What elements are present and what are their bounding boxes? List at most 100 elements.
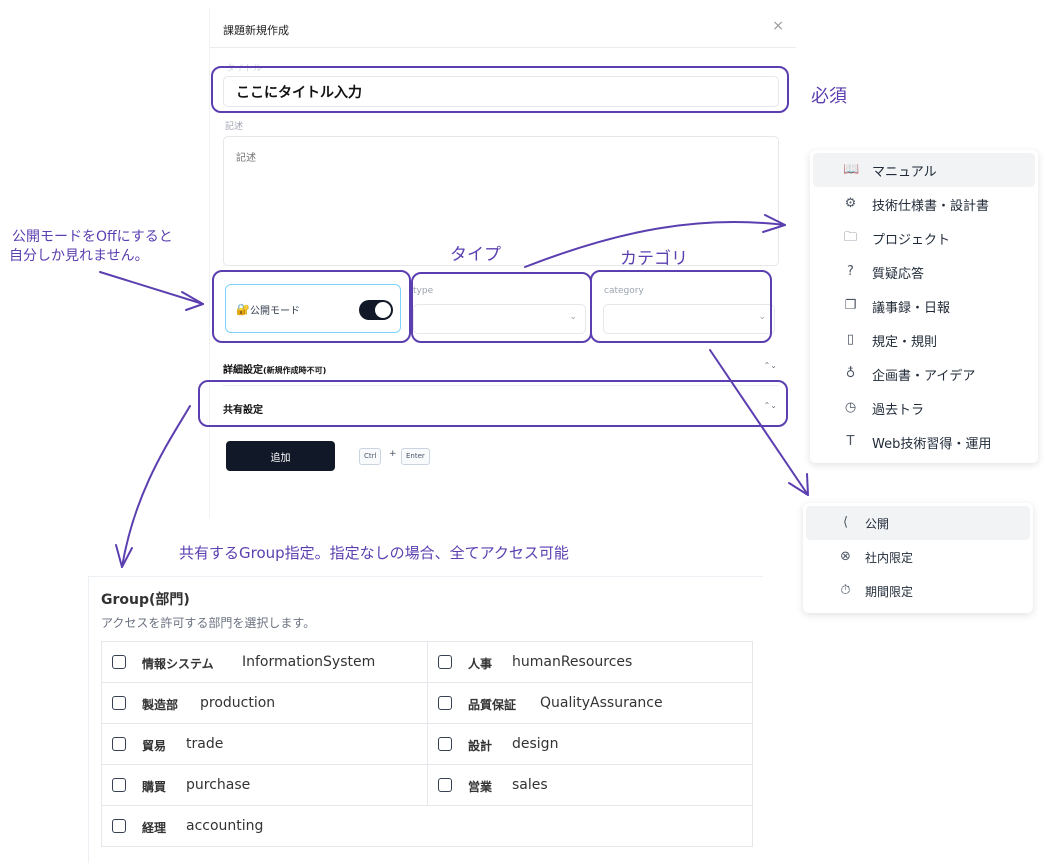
copy-files-icon: ❐ — [844, 298, 857, 313]
add-button[interactable]: 追加 — [226, 441, 335, 471]
new-issue-dialog: 課題新規作成 × タイトル 記述 🔐 公開モード type ⌄ category… — [209, 8, 796, 518]
type-menu-item[interactable]: ⚙ 技術仕様書・設計書 — [813, 187, 1035, 221]
gear-icon: ⚙ — [844, 196, 857, 211]
group-checkbox-item[interactable]: 貿易 trade — [101, 723, 428, 765]
group-name-en: accounting — [186, 818, 264, 834]
group-name-ja: 人事 — [468, 657, 493, 671]
chevron-up-down-icon: ⌃⌄ — [763, 401, 777, 410]
group-checkbox-item[interactable]: 品質保証 QualityAssurance — [427, 682, 753, 724]
group-checkbox-item[interactable]: 製造部 production — [101, 682, 428, 724]
group-name-en: sales — [512, 777, 548, 793]
group-checkbox-item[interactable]: 購買 purchase — [101, 764, 428, 806]
group-name-en: production — [200, 695, 276, 711]
menu-item-label: 技術仕様書・設計書 — [872, 198, 990, 214]
type-menu-item[interactable]: ▯ 規定・規則 — [813, 323, 1035, 357]
menu-item-label: 社内限定 — [865, 550, 914, 565]
divider — [223, 385, 779, 386]
type-menu-item[interactable]: T Web技術習得・運用 — [813, 425, 1035, 459]
kbd-plus: + — [389, 449, 397, 459]
group-name-ja: 情報システム — [142, 657, 214, 671]
public-mode-box: 🔐 公開モード — [225, 284, 401, 333]
checkbox[interactable] — [438, 696, 452, 710]
group-name-ja: 設計 — [468, 739, 493, 753]
group-panel-title: Group(部門) — [101, 592, 190, 608]
checkbox[interactable] — [438, 655, 452, 669]
book-check-icon: ▯ — [846, 332, 855, 347]
group-checkbox-item[interactable]: 人事 humanResources — [427, 641, 753, 683]
group-name-en: design — [512, 736, 559, 752]
lightbulb-icon: ♁ — [845, 366, 856, 381]
category-menu-item[interactable]: ⊗ 社内限定 — [806, 540, 1030, 574]
type-menu-item[interactable]: ◷ 過去トラ — [813, 391, 1035, 425]
menu-item-label: 期間限定 — [865, 584, 914, 599]
group-name-en: InformationSystem — [242, 654, 376, 670]
share-settings-row[interactable]: 共有設定 ⌃⌄ — [223, 393, 779, 423]
checkbox[interactable] — [438, 737, 452, 751]
public-mode-toggle[interactable] — [359, 300, 393, 320]
group-name-en: QualityAssurance — [540, 695, 663, 711]
group-checkbox-item[interactable]: 設計 design — [427, 723, 753, 765]
group-name-ja: 製造部 — [142, 698, 179, 712]
title-label: タイトル — [226, 64, 263, 74]
type-annotation: タイプ — [450, 245, 501, 265]
category-label: category — [604, 286, 644, 296]
dialog-header: 課題新規作成 × — [210, 8, 796, 48]
checkbox[interactable] — [112, 778, 126, 792]
group-name-ja: 経理 — [142, 821, 167, 835]
close-icon[interactable]: × — [772, 19, 784, 33]
file-clock-icon: ◷ — [844, 400, 857, 415]
group-checkbox-item[interactable]: 経理 accounting — [101, 805, 753, 847]
group-panel-subtitle: アクセスを許可する部門を選択します。 — [101, 616, 316, 630]
menu-item-label: 公開 — [865, 516, 890, 531]
public-mode-label: 公開モード — [250, 306, 300, 317]
group-name-en: purchase — [186, 777, 251, 793]
type-label: type — [413, 286, 434, 296]
group-name-ja: 貿易 — [142, 739, 167, 753]
type-select[interactable]: ⌄ — [413, 304, 586, 334]
menu-item-label: プロジェクト — [872, 232, 951, 248]
chevron-up-down-icon: ⌃⌄ — [763, 361, 777, 370]
checkbox[interactable] — [112, 737, 126, 751]
group-name-ja: 購買 — [142, 780, 167, 794]
group-annotation: 共有するGroup指定。指定なしの場合、全てアクセス可能 — [179, 544, 569, 562]
chevron-down-icon: ⌄ — [758, 312, 766, 322]
type-menu-item[interactable]: ♁ 企画書・アイデア — [813, 357, 1035, 391]
type-menu-item[interactable]: ? 質疑応答 — [813, 255, 1035, 289]
lock-icon: 🔐 — [236, 303, 250, 316]
checkbox[interactable] — [112, 696, 126, 710]
folder-search-icon: 🗀 — [843, 230, 857, 245]
text-box-icon: T — [846, 434, 855, 449]
timer-icon: ⏱ — [840, 583, 851, 598]
category-select[interactable]: ⌄ — [603, 304, 775, 334]
menu-item-label: Web技術習得・運用 — [872, 436, 992, 452]
description-label: 記述 — [225, 122, 244, 132]
group-name-en: humanResources — [512, 654, 633, 670]
kbd-ctrl: Ctrl — [359, 448, 382, 465]
kbd-enter: Enter — [401, 448, 430, 465]
group-checkbox-item[interactable]: 営業 sales — [427, 764, 753, 806]
checkbox[interactable] — [438, 778, 452, 792]
type-menu-item[interactable]: ❐ 議事録・日報 — [813, 289, 1035, 323]
checkbox[interactable] — [112, 819, 126, 833]
menu-item-label: 質疑応答 — [872, 266, 925, 282]
description-input[interactable] — [223, 136, 779, 266]
dialog-title: 課題新規作成 — [223, 24, 289, 37]
type-menu-item[interactable]: 📖 マニュアル — [813, 153, 1035, 187]
group-name-ja: 品質保証 — [468, 698, 517, 712]
type-menu: 📖 マニュアル ⚙ 技術仕様書・設計書 🗀 プロジェクト ? 質疑応答 ❐ 議事… — [810, 150, 1038, 463]
public-note-line2: 自分しか見れません。 — [9, 248, 149, 264]
required-annotation: 必須 — [811, 86, 847, 107]
menu-item-label: 規定・規則 — [872, 334, 938, 350]
book-open-icon: 📖 — [843, 162, 860, 177]
type-menu-item[interactable]: 🗀 プロジェクト — [813, 221, 1035, 255]
chevron-down-icon: ⌄ — [569, 312, 577, 322]
menu-item-label: マニュアル — [872, 164, 937, 180]
group-checkbox-item[interactable]: 情報システム InformationSystem — [101, 641, 428, 683]
checkbox[interactable] — [112, 655, 126, 669]
title-input[interactable] — [223, 76, 779, 107]
category-menu-item[interactable]: ⟨ 公開 — [806, 506, 1030, 540]
category-menu-item[interactable]: ⏱ 期間限定 — [806, 574, 1030, 608]
advanced-settings-row[interactable]: 詳細設定(新規作成時不可) ⌃⌄ — [223, 353, 779, 383]
advanced-settings-label: 詳細設定(新規作成時不可) — [223, 365, 327, 376]
group-panel: Group(部門) アクセスを許可する部門を選択します。 情報システム Info… — [88, 576, 763, 863]
